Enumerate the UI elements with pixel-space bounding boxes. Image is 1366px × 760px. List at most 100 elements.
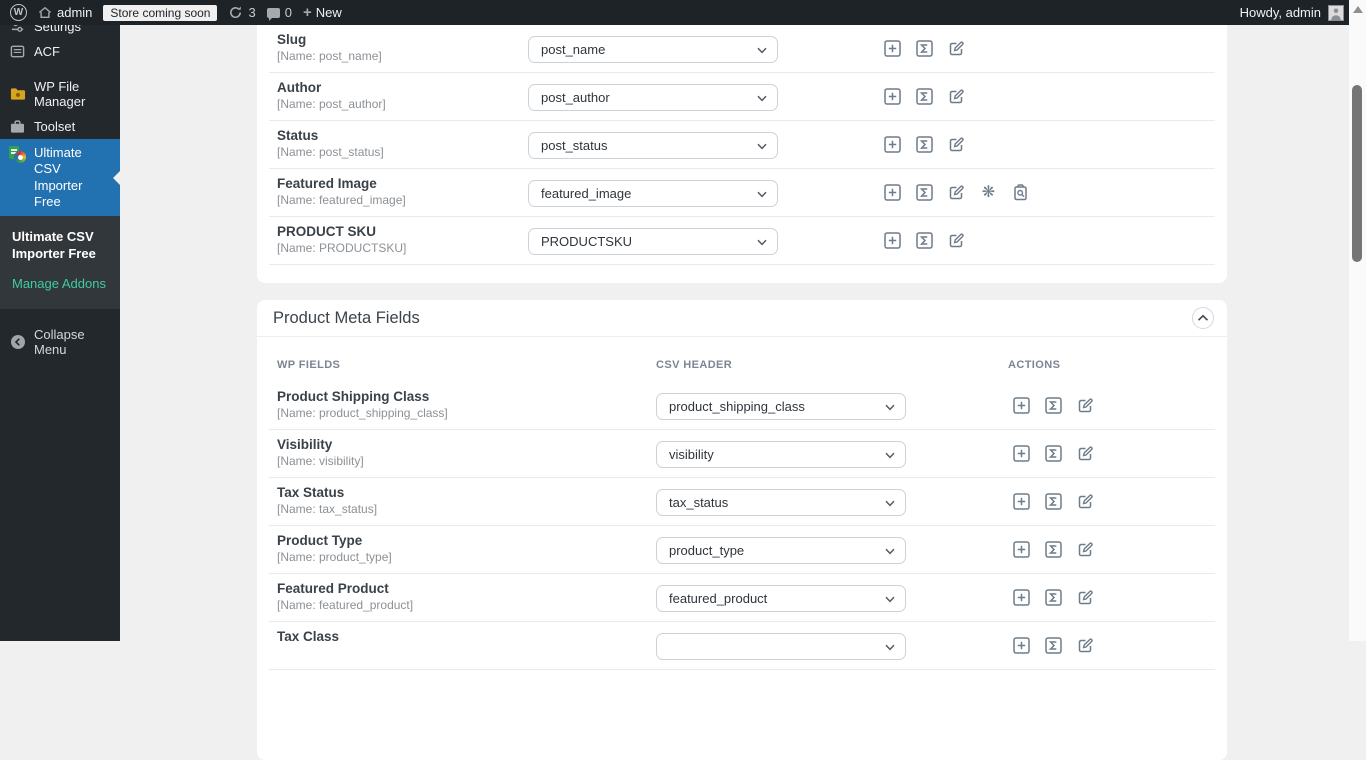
formula-button[interactable]: [1045, 493, 1062, 510]
sidebar-item-label: Toolset: [34, 119, 76, 134]
sidebar-item-wp-file-manager[interactable]: WP File Manager: [0, 74, 120, 114]
formula-button[interactable]: [916, 136, 933, 153]
formula-button[interactable]: [1045, 445, 1062, 462]
add-new-field-button[interactable]: [884, 184, 901, 201]
csv-header-select[interactable]: product_type: [656, 537, 906, 564]
scroll-up-arrow[interactable]: [1352, 6, 1363, 13]
csv-header-select[interactable]: post_author: [528, 84, 778, 111]
wordpress-logo-icon[interactable]: W: [10, 4, 27, 21]
admin-bar: W admin Store coming soon 3 0 + New Howd…: [0, 0, 1366, 25]
formula-button[interactable]: [916, 184, 933, 201]
chevron-down-icon: [757, 191, 767, 198]
menu-separator: [0, 64, 120, 74]
howdy-text[interactable]: Howdy, admin: [1240, 5, 1321, 20]
csv-header-select[interactable]: PRODUCTSKU: [528, 228, 778, 255]
sidebar-item-ultimate-csv-importer[interactable]: Ultimate CSV Importer Free: [0, 139, 120, 216]
page-scrollbar: [1349, 0, 1366, 641]
ai-generate-button[interactable]: ❋: [980, 184, 997, 201]
formula-button[interactable]: [1045, 541, 1062, 558]
collapse-menu-button[interactable]: Collapse Menu: [0, 322, 120, 362]
add-new-field-button[interactable]: [1013, 541, 1030, 558]
csv-header-value: post_author: [541, 90, 610, 105]
edit-mapping-button[interactable]: [948, 184, 965, 201]
plus-square-icon: [884, 184, 901, 201]
scrollbar-thumb[interactable]: [1352, 85, 1362, 262]
edit-mapping-button[interactable]: [1077, 493, 1094, 510]
edit-mapping-button[interactable]: [1077, 397, 1094, 414]
csv-importer-icon: [9, 146, 26, 163]
row-actions: [1013, 637, 1094, 654]
csv-header-select[interactable]: post_name: [528, 36, 778, 63]
sigma-icon: [1045, 541, 1062, 558]
csv-header-select[interactable]: tax_status: [656, 489, 906, 516]
formula-button[interactable]: [916, 88, 933, 105]
edit-mapping-button[interactable]: [948, 232, 965, 249]
edit-pencil-icon: [1078, 398, 1093, 413]
column-header-csv-header: CSV HEADER: [656, 359, 733, 371]
add-new-field-button[interactable]: [1013, 589, 1030, 606]
add-new-field-button[interactable]: [1013, 397, 1030, 414]
add-new-field-button[interactable]: [884, 136, 901, 153]
formula-button[interactable]: [1045, 637, 1062, 654]
edit-mapping-button[interactable]: [1077, 541, 1094, 558]
sigma-icon: [1045, 637, 1062, 654]
updates-menu[interactable]: 3: [228, 5, 256, 20]
field-mapping-row: Status [Name: post_status] post_status: [269, 121, 1215, 169]
submenu-item-ultimate-csv-importer-free[interactable]: Ultimate CSV Importer Free: [0, 225, 120, 267]
edit-pencil-icon: [949, 41, 964, 56]
csv-header-value: post_status: [541, 138, 608, 153]
wp-field-label: Product Shipping Class: [277, 389, 430, 404]
edit-mapping-button[interactable]: [1077, 589, 1094, 606]
csv-header-select[interactable]: product_shipping_class: [656, 393, 906, 420]
collapse-arrow-icon: [9, 334, 26, 350]
add-new-field-button[interactable]: [1013, 493, 1030, 510]
current-menu-arrow: [106, 170, 120, 185]
csv-header-select[interactable]: featured_product: [656, 585, 906, 612]
product-meta-fields-card: Product Meta Fields WP FIELDS CSV HEADER…: [257, 300, 1227, 760]
add-new-field-button[interactable]: [1013, 637, 1030, 654]
edit-mapping-button[interactable]: [1077, 637, 1094, 654]
wp-field-name: [Name: featured_image]: [277, 193, 406, 207]
formula-button[interactable]: [916, 232, 933, 249]
wp-field-name: [Name: post_author]: [277, 97, 386, 111]
chevron-down-icon: [757, 143, 767, 150]
sigma-icon: [916, 232, 933, 249]
add-new-field-button[interactable]: [884, 232, 901, 249]
new-content-menu[interactable]: + New: [303, 5, 342, 20]
add-new-field-button[interactable]: [884, 88, 901, 105]
collapse-section-button[interactable]: [1192, 307, 1214, 329]
sigma-icon: [1045, 445, 1062, 462]
csv-header-value: featured_image: [541, 186, 632, 201]
sigma-icon: [1045, 493, 1062, 510]
chevron-up-icon: [1197, 314, 1209, 321]
edit-mapping-button[interactable]: [948, 40, 965, 57]
plus-icon: +: [302, 4, 312, 21]
plus-square-icon: [1013, 541, 1030, 558]
formula-button[interactable]: [916, 40, 933, 57]
sidebar-item-toolset[interactable]: Toolset: [0, 114, 120, 139]
edit-mapping-button[interactable]: [948, 136, 965, 153]
csv-header-select[interactable]: [656, 633, 906, 660]
avatar[interactable]: [1328, 4, 1344, 21]
wp-field-label: Product Type: [277, 533, 363, 548]
site-menu[interactable]: admin: [38, 5, 92, 20]
add-new-field-button[interactable]: [1013, 445, 1030, 462]
formula-button[interactable]: [1045, 397, 1062, 414]
add-new-field-button[interactable]: [884, 40, 901, 57]
chevron-down-icon: [885, 644, 895, 651]
comments-menu[interactable]: 0: [266, 5, 292, 21]
edit-mapping-button[interactable]: [948, 88, 965, 105]
submenu-item-manage-addons[interactable]: Manage Addons: [0, 272, 120, 297]
edit-mapping-button[interactable]: [1077, 445, 1094, 462]
media-search-button[interactable]: [1012, 184, 1029, 201]
csv-header-select[interactable]: post_status: [528, 132, 778, 159]
acf-icon: [9, 44, 26, 59]
csv-header-select[interactable]: featured_image: [528, 180, 778, 207]
formula-button[interactable]: [1045, 589, 1062, 606]
chevron-down-icon: [757, 47, 767, 54]
sidebar-item-acf[interactable]: ACF: [0, 39, 120, 64]
field-mapping-row: Visibility [Name: visibility] visibility: [269, 430, 1215, 478]
sigma-icon: [916, 40, 933, 57]
chevron-down-icon: [885, 404, 895, 411]
csv-header-select[interactable]: visibility: [656, 441, 906, 468]
